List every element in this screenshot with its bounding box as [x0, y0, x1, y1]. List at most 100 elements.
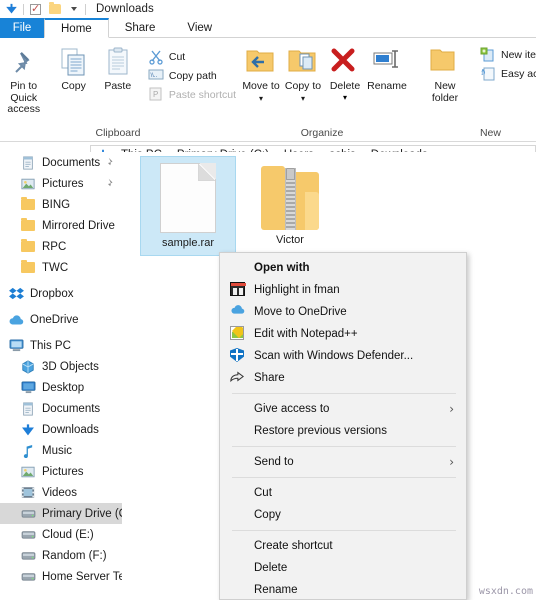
context-menu-item-label: Send to	[254, 456, 294, 468]
drive-icon	[20, 506, 36, 522]
sidebar-item-desktop[interactable]: Desktop	[0, 377, 122, 398]
delete-dropdown-icon[interactable]: ▾	[343, 93, 347, 102]
sidebar-item-cloud-e[interactable]: Cloud (E:)	[0, 524, 122, 545]
context-menu-item-create-shortcut[interactable]: Create shortcut	[220, 535, 466, 557]
pin-icon[interactable]	[105, 178, 114, 189]
pictures-icon	[20, 464, 36, 480]
copy-button[interactable]: Copy	[51, 43, 95, 93]
delete-label: Delete	[329, 80, 361, 92]
delete-button[interactable]: Delete ▾	[324, 43, 366, 102]
folder-icon	[20, 197, 36, 213]
sidebar-item-label: 3D Objects	[42, 360, 99, 373]
sidebar-item-mirrored-drive[interactable]: Mirrored Drive	[0, 215, 122, 236]
paste-button[interactable]: Paste	[96, 43, 140, 93]
sidebar-item-documents[interactable]: Documents	[0, 398, 122, 419]
context-menu-separator	[232, 393, 456, 394]
tab-view[interactable]: View	[171, 18, 228, 38]
new-item-button[interactable]: New item	[478, 45, 536, 64]
clipboard-group-label: Clipboard	[95, 126, 141, 139]
sidebar-item-dropbox[interactable]: Dropbox	[0, 283, 122, 304]
title-bar: Downloads	[0, 0, 536, 18]
sidebar-item-label: OneDrive	[30, 313, 79, 326]
new-folder-icon[interactable]	[47, 2, 62, 17]
context-menu-item-send-to[interactable]: Send to ›	[220, 451, 466, 473]
watermark: wsxdn.com	[478, 586, 533, 597]
sidebar-item-rpc[interactable]: RPC	[0, 236, 122, 257]
context-menu-item-share[interactable]: Share	[220, 367, 466, 389]
sidebar-item-bing[interactable]: BING	[0, 194, 122, 215]
move-to-icon	[245, 47, 277, 79]
context-menu-item-label: Edit with Notepad++	[254, 328, 358, 340]
sidebar-item-pictures[interactable]: Pictures	[0, 461, 122, 482]
new-folder-button[interactable]: New folder	[420, 43, 470, 104]
move-to-label: Move to	[242, 80, 280, 92]
context-menu-item-move-to-onedrive[interactable]: Move to OneDrive	[220, 301, 466, 323]
rename-button[interactable]: Rename	[366, 43, 408, 93]
context-menu-item-scan-with-windows-defender[interactable]: Scan with Windows Defender...	[220, 345, 466, 367]
file-item-sample-rar[interactable]: sample.rar	[140, 156, 236, 256]
easy-access-icon: f	[480, 66, 496, 82]
desktop-icon	[20, 380, 36, 396]
sidebar-item-music[interactable]: Music	[0, 440, 122, 461]
context-menu-item-give-access-to[interactable]: Give access to ›	[220, 398, 466, 420]
sidebar-item-random-f[interactable]: Random (F:)	[0, 545, 122, 566]
context-menu-item-rename[interactable]: Rename	[220, 579, 466, 600]
sidebar-item-3d-objects[interactable]: 3D Objects	[0, 356, 122, 377]
context-menu-item-cut[interactable]: Cut	[220, 482, 466, 504]
context-menu-item-restore-previous-versions[interactable]: Restore previous versions	[220, 420, 466, 442]
sidebar-item-label: Pictures	[42, 465, 84, 478]
context-menu-item-open-with[interactable]: Open with	[220, 257, 466, 279]
copy-icon	[58, 47, 90, 79]
folder-icon	[20, 218, 36, 234]
context-menu-item-copy[interactable]: Copy	[220, 504, 466, 526]
sidebar-item-home-server-tes[interactable]: Home Server Tes	[0, 566, 122, 587]
fman-icon	[230, 282, 246, 298]
context-menu[interactable]: Open with Highlight in fman Move to OneDri…	[219, 252, 467, 600]
chevron-right-icon: ›	[449, 402, 454, 416]
sidebar-item-primary-drive-c[interactable]: Primary Drive (C:	[0, 503, 122, 524]
tab-file[interactable]: File	[0, 18, 44, 38]
customize-dropdown-icon[interactable]	[66, 2, 81, 17]
move-to-dropdown-icon[interactable]: ▾	[259, 94, 263, 103]
sidebar-item-downloads[interactable]: Downloads	[0, 419, 122, 440]
documents-icon	[20, 401, 36, 417]
sidebar-item-pictures[interactable]: Pictures	[0, 173, 122, 194]
pin-icon[interactable]	[105, 157, 114, 168]
context-menu-item-label: Restore previous versions	[254, 425, 387, 437]
copy-path-button[interactable]: \\.. Copy path	[146, 66, 236, 85]
context-menu-item-label: Move to OneDrive	[254, 306, 347, 318]
sidebar-item-label: Dropbox	[30, 287, 74, 300]
sidebar-item-onedrive[interactable]: OneDrive	[0, 309, 122, 330]
file-item-victor[interactable]: Victor	[242, 160, 338, 260]
easy-access-button[interactable]: f Easy access	[478, 64, 536, 83]
download-arrow-icon[interactable]	[4, 2, 19, 17]
paste-shortcut-label: Paste shortcut	[168, 88, 236, 101]
context-menu-item-edit-with-notepad[interactable]: Edit with Notepad++	[220, 323, 466, 345]
sidebar-item-documents[interactable]: Documents	[0, 152, 122, 173]
onedrive-cloud-icon	[230, 304, 246, 320]
properties-check-icon[interactable]	[28, 2, 43, 17]
tab-home[interactable]: Home	[44, 18, 109, 38]
svg-text:f: f	[481, 68, 484, 77]
cut-button[interactable]: Cut	[146, 47, 236, 66]
context-menu-item-highlight-in-fman[interactable]: Highlight in fman	[220, 279, 466, 301]
context-menu-item-delete[interactable]: Delete	[220, 557, 466, 579]
sidebar-item-label: Home Server Tes	[42, 570, 122, 583]
sidebar-item-twc[interactable]: TWC	[0, 257, 122, 278]
ribbon-toolbar: Pin to Quick access Copy Paste Cut \\.. …	[0, 38, 536, 142]
copy-to-button[interactable]: Copy to ▾	[282, 43, 324, 104]
context-menu-item-label: Create shortcut	[254, 540, 333, 552]
zipped-folder-icon	[261, 166, 319, 230]
sidebar-item-videos[interactable]: Videos	[0, 482, 122, 503]
pin-to-quick-access-button[interactable]: Pin to Quick access	[0, 43, 47, 116]
paste-shortcut-button[interactable]: P Paste shortcut	[146, 85, 236, 104]
file-name-sample-rar: sample.rar	[162, 237, 214, 249]
copy-to-dropdown-icon[interactable]: ▾	[301, 94, 305, 103]
context-menu-item-label: Scan with Windows Defender...	[254, 350, 414, 362]
move-to-button[interactable]: Move to ▾	[240, 43, 282, 104]
sidebar-item-this-pc[interactable]: This PC	[0, 335, 122, 356]
context-menu-item-label: Highlight in fman	[254, 284, 340, 296]
tab-share[interactable]: Share	[109, 18, 172, 38]
ribbon-group-new: New folder New item f Easy acce	[408, 38, 536, 141]
paste-label: Paste	[104, 80, 132, 92]
